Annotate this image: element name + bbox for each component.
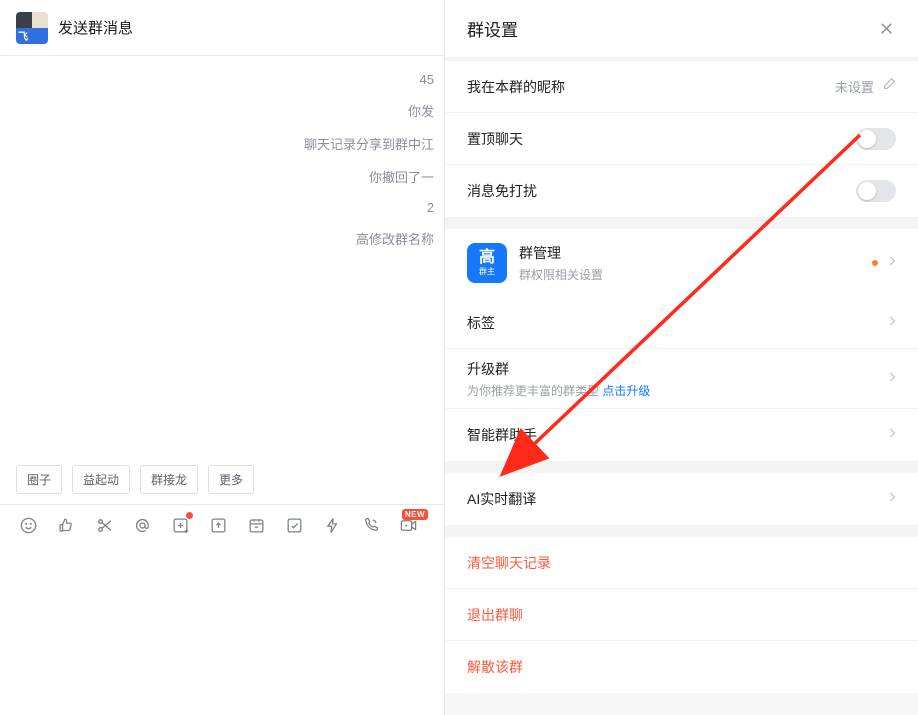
chat-log-line: 高修改群名称 (10, 229, 434, 248)
upgrade-link[interactable]: 点击升级 (602, 384, 650, 398)
quick-btn-more[interactable]: 更多 (208, 465, 254, 494)
scissors-icon[interactable] (94, 515, 114, 535)
settings-block-basic: 我在本群的昵称 未设置 置顶聊天 消息免打扰 (445, 61, 918, 217)
chat-log-line: 你撤回了一 (10, 167, 434, 186)
row-tags[interactable]: 标签 (445, 297, 918, 349)
tags-label: 标签 (467, 313, 495, 333)
row-group-management[interactable]: 高 群主 群管理 群权限相关设置 (445, 229, 918, 297)
settings-header: 群设置 (445, 0, 918, 57)
calendar-icon[interactable] (246, 515, 266, 535)
row-smart-assistant[interactable]: 智能群助手 (445, 409, 918, 461)
quick-btn-activity[interactable]: 益起动 (72, 465, 130, 494)
edit-icon[interactable] (882, 77, 896, 96)
chevron-right-icon (888, 490, 896, 508)
alert-dot-icon (872, 260, 878, 266)
message-input-area[interactable] (0, 545, 444, 715)
upgrade-subtitle: 为你推荐更丰富的群类型 点击升级 (467, 382, 650, 399)
group-settings-panel: 群设置 我在本群的昵称 未设置 置顶聊天 (445, 0, 918, 715)
chat-title: 发送群消息 (58, 17, 133, 38)
ai-translate-label: AI实时翻译 (467, 489, 536, 509)
upgrade-subtitle-text: 为你推荐更丰富的群类型 (467, 384, 602, 398)
quick-btn-circle[interactable]: 圈子 (16, 465, 62, 494)
compose-toolbar: NEW (0, 505, 444, 545)
checkbox-icon[interactable] (284, 515, 304, 535)
close-icon[interactable] (876, 19, 896, 39)
settings-block-ai: AI实时翻译 (445, 473, 918, 525)
emoji-icon[interactable] (18, 515, 38, 535)
mute-toggle[interactable] (856, 180, 896, 202)
leave-group-label: 退出群聊 (467, 605, 523, 625)
thumbs-up-icon[interactable] (56, 515, 76, 535)
clear-history-label: 清空聊天记录 (467, 553, 551, 573)
chat-log-line: 聊天记录分享到群中江 (10, 134, 434, 153)
video-icon[interactable]: NEW (398, 515, 418, 535)
mention-icon[interactable] (132, 515, 152, 535)
chat-log-line: 你发 (10, 101, 434, 120)
chat-header: 飞 发送群消息 (0, 0, 444, 56)
disband-group-label: 解散该群 (467, 657, 523, 677)
group-management-label: 群管理 (519, 243, 872, 263)
phone-icon[interactable] (360, 515, 380, 535)
group-management-subtitle: 群权限相关设置 (519, 266, 872, 283)
group-owner-badge-icon: 高 群主 (467, 243, 507, 283)
settings-scroll[interactable]: 我在本群的昵称 未设置 置顶聊天 消息免打扰 (445, 57, 918, 715)
assistant-label: 智能群助手 (467, 425, 537, 445)
row-mute: 消息免打扰 (445, 165, 918, 217)
row-disband-group[interactable]: 解散该群 (445, 641, 918, 693)
row-clear-history[interactable]: 清空聊天记录 (445, 537, 918, 589)
lightning-icon[interactable] (322, 515, 342, 535)
row-leave-group[interactable]: 退出群聊 (445, 589, 918, 641)
mute-label: 消息免打扰 (467, 181, 537, 201)
chevron-right-icon (888, 370, 896, 388)
nickname-label: 我在本群的昵称 (467, 77, 565, 97)
chevron-right-icon (888, 426, 896, 444)
new-badge: NEW (402, 509, 428, 520)
upgrade-label: 升级群 (467, 359, 650, 379)
chat-log-line: 2 (10, 200, 434, 215)
group-avatar[interactable]: 飞 (16, 12, 48, 44)
chat-log: 45 你发 聊天记录分享到群中江 你撤回了一 2 高修改群名称 (0, 56, 444, 455)
pin-chat-label: 置顶聊天 (467, 129, 523, 149)
quick-actions-row: 圈子 益起动 群接龙 更多 (0, 455, 444, 504)
notification-dot-icon (186, 512, 193, 519)
settings-title: 群设置 (467, 16, 518, 41)
row-ai-translate[interactable]: AI实时翻译 (445, 473, 918, 525)
settings-block-danger: 清空聊天记录 退出群聊 解散该群 (445, 537, 918, 693)
nickname-value: 未设置 (835, 77, 874, 96)
row-pin-chat: 置顶聊天 (445, 113, 918, 165)
add-card-icon[interactable] (170, 515, 190, 535)
row-nickname[interactable]: 我在本群的昵称 未设置 (445, 61, 918, 113)
chat-log-line: 45 (10, 72, 434, 87)
pin-chat-toggle[interactable] (856, 128, 896, 150)
settings-block-management: 高 群主 群管理 群权限相关设置 标签 升级群 为你推荐更丰富的群类型 (445, 229, 918, 461)
chevron-right-icon (888, 254, 896, 272)
quick-btn-chain[interactable]: 群接龙 (140, 465, 198, 494)
row-upgrade-group[interactable]: 升级群 为你推荐更丰富的群类型 点击升级 (445, 349, 918, 409)
chat-pane: 飞 发送群消息 45 你发 聊天记录分享到群中江 你撤回了一 2 高修改群名称 … (0, 0, 445, 715)
chat-body: 45 你发 聊天记录分享到群中江 你撤回了一 2 高修改群名称 圈子 益起动 群… (0, 56, 444, 715)
upload-icon[interactable] (208, 515, 228, 535)
chevron-right-icon (888, 314, 896, 332)
